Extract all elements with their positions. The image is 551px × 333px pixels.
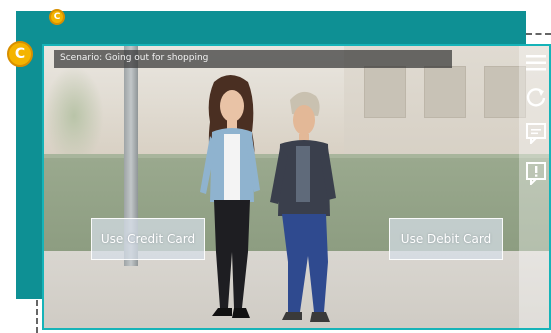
woman-character xyxy=(200,75,260,318)
scenario-scene: Scenario: Going out for shopping Use Cre… xyxy=(42,44,551,330)
menu-icon[interactable] xyxy=(525,52,547,74)
building-window xyxy=(424,66,466,118)
callout-marker-large: C xyxy=(7,41,33,67)
scenario-title: Scenario: Going out for shopping xyxy=(60,53,209,63)
man-character xyxy=(270,91,336,322)
dashed-guide-top xyxy=(526,33,551,35)
restart-icon[interactable] xyxy=(525,86,547,108)
callout-marker-small: C xyxy=(49,9,65,25)
scenario-bar: Scenario: Going out for shopping xyxy=(54,50,452,68)
building-window xyxy=(364,66,406,118)
use-credit-card-button[interactable]: Use Credit Card xyxy=(91,218,205,260)
dashed-guide-left xyxy=(36,300,38,333)
scene-sidebar xyxy=(519,46,549,328)
background-tree xyxy=(44,66,104,166)
teal-frame-tab xyxy=(16,287,42,299)
use-debit-card-button[interactable]: Use Debit Card xyxy=(389,218,503,260)
transcript-icon[interactable] xyxy=(525,122,547,144)
feedback-icon[interactable] xyxy=(525,162,547,185)
